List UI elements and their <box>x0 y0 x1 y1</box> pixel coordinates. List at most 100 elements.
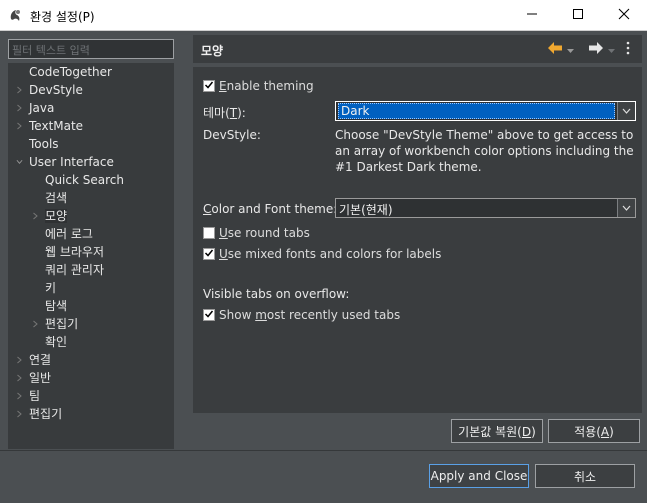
view-menu-button[interactable] <box>626 41 630 57</box>
tree-item-label: 편집기 <box>29 407 63 421</box>
mixed-fonts-label: Use mixed fonts and colors for labels <box>219 247 442 261</box>
chevron-right-icon[interactable] <box>14 405 24 423</box>
show-recent-tabs-checkbox[interactable]: Show most recently used tabs <box>203 307 400 323</box>
vertical-ellipsis-icon <box>626 41 630 58</box>
apply-button[interactable]: 적용(A) <box>548 419 640 443</box>
tree-item-codetogether[interactable]: CodeTogether <box>29 63 112 81</box>
round-tabs-label: Use round tabs <box>219 226 310 240</box>
chevron-right-icon[interactable] <box>14 81 24 99</box>
tree-item-label: 탐색 <box>45 299 68 313</box>
tree-item-editor[interactable]: 편집기 <box>29 405 62 423</box>
restore-defaults-label: 기본값 복원(D) <box>458 424 536 439</box>
tree-item-label: Java <box>29 101 55 115</box>
checkbox-box <box>203 248 215 260</box>
close-button[interactable] <box>601 0 647 30</box>
tree-item-error-log[interactable]: 에러 로그 <box>45 225 93 243</box>
forward-arrow-icon <box>588 41 604 58</box>
tree-item-label: 쿼리 관리자 <box>45 263 105 277</box>
cancel-button[interactable]: 취소 <box>535 464 635 488</box>
forward-button[interactable] <box>588 41 615 57</box>
check-icon <box>204 308 214 322</box>
tree-item-user-interface[interactable]: User Interface <box>29 153 114 171</box>
minimize-icon <box>526 8 538 23</box>
tree-item-label: User Interface <box>29 155 114 169</box>
tree-item-label: DevStyle <box>29 83 83 97</box>
back-button[interactable] <box>547 41 574 57</box>
dialog-button-bar: Apply and Close 취소 <box>0 450 647 503</box>
theme-select[interactable]: Dark <box>335 101 636 121</box>
tree-item-label: 에러 로그 <box>45 227 93 241</box>
chevron-down-icon <box>567 42 574 56</box>
tree-item-label: 확인 <box>45 335 68 349</box>
tree-item-confirm[interactable]: 확인 <box>45 333 67 351</box>
tree-item-label: Quick Search <box>45 173 124 187</box>
tree-item-search[interactable]: 검색 <box>45 189 67 207</box>
tree-item-quick-search[interactable]: Quick Search <box>45 171 124 189</box>
page-content: Enable theming 테마(T): Dark DevStyle: Cho… <box>193 67 642 413</box>
tree-item-devstyle[interactable]: DevStyle <box>29 81 83 99</box>
tree-item-label: Tools <box>29 137 59 151</box>
theme-select-value: Dark <box>338 103 615 119</box>
tree-item-label: 편집기 <box>45 317 79 331</box>
tree-item-label: 웹 브라우저 <box>45 245 105 259</box>
checkbox-box <box>203 227 215 239</box>
tree-item-navigation[interactable]: 탐색 <box>45 297 67 315</box>
color-font-theme-label: Color and Font theme: <box>203 202 338 216</box>
minimize-button[interactable] <box>509 0 555 30</box>
tree-item-connection[interactable]: 연결 <box>29 351 51 369</box>
show-recent-tabs-label: Show most recently used tabs <box>219 308 401 322</box>
tree-item-appearance[interactable]: 모양 <box>45 207 68 225</box>
round-tabs-checkbox[interactable]: Use round tabs <box>203 225 310 241</box>
preference-page: 모양 Enable theming 테마(T): Dark DevStyle: … <box>188 31 647 450</box>
maximize-icon <box>572 8 584 23</box>
tree-item-java[interactable]: Java <box>29 99 54 117</box>
chevron-right-icon[interactable] <box>14 99 24 117</box>
enable-theming-checkbox[interactable]: Enable theming <box>203 78 314 94</box>
maximize-button[interactable] <box>555 0 601 30</box>
tree-item-label: 키 <box>45 281 57 295</box>
tree-item-ui-editor[interactable]: 편집기 <box>45 315 78 333</box>
tree-item-label: 일반 <box>29 371 52 385</box>
tree-item-label: 검색 <box>45 191 68 205</box>
restore-defaults-button[interactable]: 기본값 복원(D) <box>451 419 543 443</box>
tree-item-web-browser[interactable]: 웹 브라우저 <box>45 243 104 261</box>
theme-label: 테마(T): <box>203 106 246 120</box>
dropdown-arrow-icon <box>617 199 635 217</box>
checkbox-box <box>203 309 215 321</box>
close-icon <box>618 8 630 23</box>
window-title: 환경 설정(P) <box>30 10 95 24</box>
chevron-down-icon[interactable] <box>14 153 24 171</box>
devstyle-label: DevStyle: <box>203 128 261 142</box>
tree-item-tools[interactable]: Tools <box>29 135 59 153</box>
tree-item-team[interactable]: 팀 <box>29 387 40 405</box>
chevron-right-icon[interactable] <box>14 387 24 405</box>
tree-item-textmate[interactable]: TextMate <box>29 117 83 135</box>
chevron-right-icon[interactable] <box>30 315 40 333</box>
dropdown-arrow-icon <box>617 102 635 120</box>
enable-theming-label: Enable theming <box>219 79 314 93</box>
tree-item-label: 모양 <box>45 209 68 223</box>
chevron-right-icon[interactable] <box>30 207 40 225</box>
tree-item-general[interactable]: 일반 <box>29 369 51 387</box>
tree-item-keys[interactable]: 키 <box>45 279 56 297</box>
tree-item-label: 팀 <box>29 389 41 403</box>
filter-input[interactable]: 필터 텍스트 입력 <box>8 39 174 59</box>
chevron-down-icon <box>608 42 615 56</box>
tree-item-label: 연결 <box>29 353 52 367</box>
check-icon <box>204 79 214 93</box>
color-font-theme-select[interactable]: 기본(현재) <box>335 198 636 218</box>
eclipse-preferences-icon <box>8 8 24 24</box>
mixed-fonts-checkbox[interactable]: Use mixed fonts and colors for labels <box>203 246 441 262</box>
tree-item-query-manager[interactable]: 쿼리 관리자 <box>45 261 104 279</box>
chevron-right-icon[interactable] <box>14 117 24 135</box>
checkbox-box <box>203 80 215 92</box>
tree-item-label: TextMate <box>29 119 84 133</box>
chevron-right-icon[interactable] <box>14 351 24 369</box>
chevron-right-icon[interactable] <box>14 369 24 387</box>
apply-label: 적용(A) <box>574 424 614 439</box>
apply-and-close-button[interactable]: Apply and Close <box>429 464 529 488</box>
preferences-navigation: 필터 텍스트 입력 CodeTogether DevStyle Java Tex… <box>0 31 181 450</box>
tree-item-label: CodeTogether <box>29 65 112 79</box>
visible-tabs-label: Visible tabs on overflow: <box>203 287 350 301</box>
preferences-tree[interactable]: CodeTogether DevStyle Java TextMate Tool… <box>8 63 174 449</box>
